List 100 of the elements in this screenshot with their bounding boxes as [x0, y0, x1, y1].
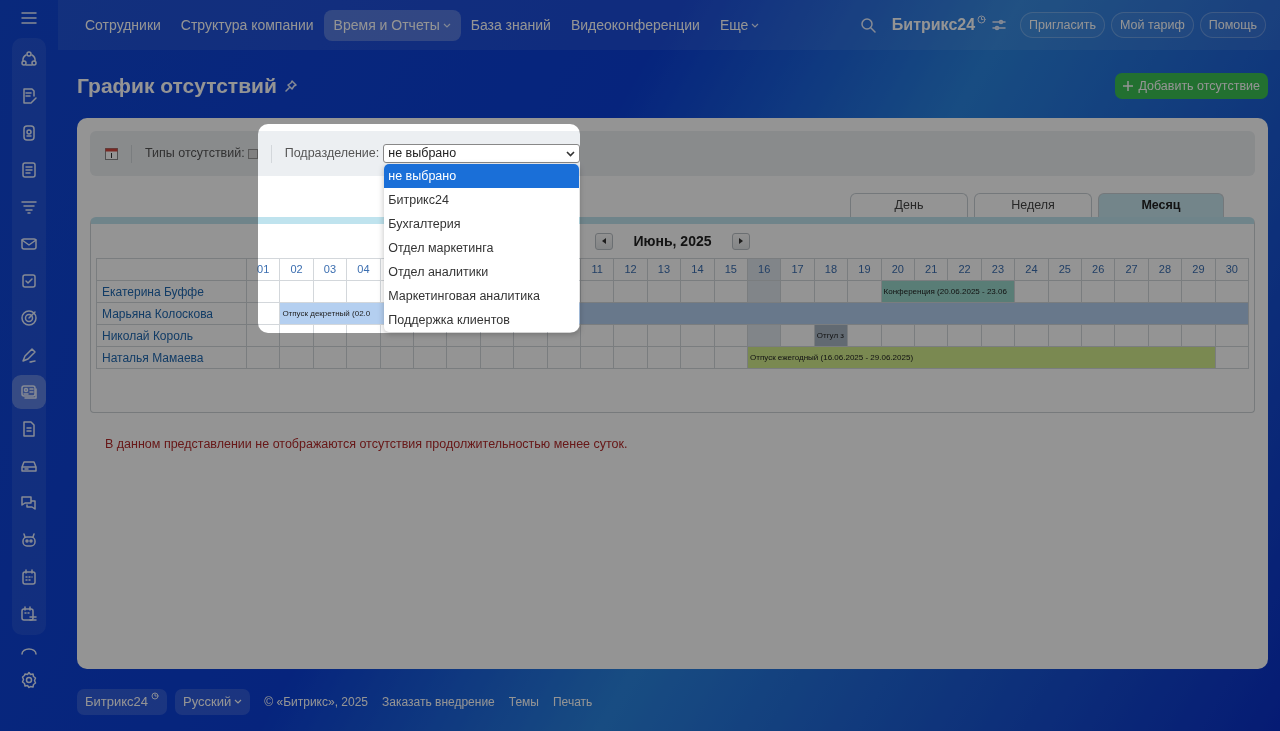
chevron-down-icon	[234, 699, 243, 705]
search-icon[interactable]	[859, 17, 876, 33]
footer-link[interactable]: Печать	[553, 692, 593, 711]
footer-link[interactable]: Темы	[508, 692, 539, 711]
day-header: 04	[347, 259, 381, 281]
pin-icon[interactable]	[284, 80, 297, 92]
cycle-icon[interactable]	[20, 50, 38, 68]
dropdown-option[interactable]: Отдел маркетинга	[384, 236, 580, 260]
day-header: 18	[814, 259, 849, 281]
chevron-down-icon	[566, 150, 576, 157]
dropdown-option[interactable]: Битрикс24	[384, 188, 580, 212]
calendar-cell	[1215, 325, 1249, 347]
calendar-cell	[547, 325, 581, 347]
copyright-text: © «Битрикс», 2025	[264, 693, 369, 711]
next-month-button[interactable]	[731, 232, 750, 250]
calendar-cell	[447, 347, 481, 369]
employee-name-link[interactable]: Наталья Мамаева	[97, 347, 247, 369]
brand-button[interactable]: Битрикс24	[77, 689, 168, 715]
calendar-cell	[414, 347, 448, 369]
view-tab[interactable]: Месяц	[1098, 193, 1224, 217]
clock-icon	[151, 692, 160, 700]
department-select[interactable]: не выбрано	[383, 144, 581, 163]
document-icon[interactable]	[20, 420, 38, 438]
logo-text: Битрикс24	[891, 15, 976, 35]
header-button[interactable]: Мой тариф	[1111, 11, 1194, 39]
dropdown-option[interactable]: Отдел аналитики	[384, 260, 580, 284]
day-header: 02	[280, 259, 314, 281]
header-button[interactable]: Помощь	[1199, 11, 1266, 39]
calendar-cell	[547, 347, 581, 369]
day-header: 16	[748, 259, 782, 281]
calendar-cell	[681, 325, 715, 347]
chevron-down-icon	[751, 22, 760, 28]
contact-card-icon[interactable]	[20, 383, 38, 401]
menu-icon[interactable]	[21, 12, 37, 24]
funnel-icon[interactable]	[20, 198, 38, 216]
calendar-cell	[748, 281, 782, 303]
chat-icon[interactable]	[20, 494, 38, 512]
employee-name-link[interactable]: Марьяна Колоскова	[97, 303, 247, 325]
calendar-cell	[247, 325, 281, 347]
calendar-cell	[247, 347, 281, 369]
clock-icon	[977, 15, 987, 24]
absence-bar[interactable]: Отпуск ежегодный (16.06.2025 - 29.06.2025)	[748, 347, 1216, 369]
contact-book-icon[interactable]	[20, 124, 38, 142]
day-header: 27	[1115, 259, 1149, 281]
employee-name-link[interactable]: Николай Король	[97, 325, 247, 347]
triangle-left-icon	[602, 238, 607, 244]
calendar-cell	[647, 347, 682, 369]
dropdown-option[interactable]: Бухгалтерия	[384, 212, 580, 236]
filter-label: Типы отсутствий:	[145, 145, 245, 163]
nav-tab[interactable]: Видеоконференции	[560, 9, 710, 41]
nav-tab[interactable]: Еще	[709, 9, 770, 41]
footer-link[interactable]: Заказать внедрение	[382, 692, 495, 711]
calendar-cell	[514, 347, 548, 369]
day-header: 17	[781, 259, 815, 281]
calendar-cell	[313, 325, 348, 347]
robot-icon[interactable]	[20, 531, 38, 549]
calendar-cell	[347, 347, 381, 369]
calendar-cell	[581, 347, 615, 369]
calendar-cell	[581, 325, 615, 347]
employee-name-link[interactable]: Екатерина Буффе	[97, 281, 247, 303]
checkbox[interactable]	[247, 148, 258, 159]
newspaper-icon[interactable]	[20, 161, 38, 179]
view-tab[interactable]: Неделя	[974, 193, 1092, 217]
target-icon[interactable]	[20, 309, 38, 327]
calendar-icon[interactable]	[20, 568, 38, 586]
day-header: 13	[647, 259, 682, 281]
calendar-cell	[280, 325, 314, 347]
sliders-icon[interactable]	[992, 19, 1007, 31]
dome-icon[interactable]	[20, 647, 38, 655]
edit-document-icon[interactable]	[20, 87, 38, 105]
calendar-cell	[614, 347, 648, 369]
calendar-cell	[280, 347, 314, 369]
nav-tab[interactable]: База знаний	[460, 9, 561, 41]
day-header: 11	[581, 259, 615, 281]
day-header: 29	[1182, 259, 1216, 281]
nav-tab[interactable]: Структура компании	[170, 9, 324, 41]
previous-month-button[interactable]	[595, 232, 614, 250]
calendar-cell	[247, 281, 281, 303]
day-header: 25	[1048, 259, 1082, 281]
absence-bar[interactable]: Конференция (20.06.2025 - 23.06	[881, 281, 1016, 303]
language-button[interactable]: Русский	[175, 689, 251, 715]
calendar-icon[interactable]	[105, 147, 118, 160]
day-header: 24	[1015, 259, 1049, 281]
nav-tab[interactable]: Сотрудники	[75, 9, 171, 41]
day-header: 19	[848, 259, 882, 281]
calendar-cell	[313, 347, 348, 369]
calendar-cell	[748, 325, 782, 347]
pencil-icon[interactable]	[20, 346, 38, 364]
envelope-icon[interactable]	[20, 235, 38, 253]
checkbox-icon[interactable]	[20, 272, 38, 290]
absence-bar[interactable]: Отгул з	[814, 325, 849, 347]
calendar-cell	[647, 325, 682, 347]
calendar-list-icon[interactable]	[20, 605, 38, 623]
calendar-cell	[347, 325, 381, 347]
nav-tab[interactable]: Время и Отчеты	[323, 9, 461, 41]
header-button[interactable]: Пригласить	[1020, 11, 1105, 39]
day-header: 01	[247, 259, 281, 281]
dropdown-option[interactable]: не выбрано	[384, 164, 580, 188]
view-tab[interactable]: День	[850, 193, 968, 217]
settings-icon[interactable]	[20, 671, 38, 689]
